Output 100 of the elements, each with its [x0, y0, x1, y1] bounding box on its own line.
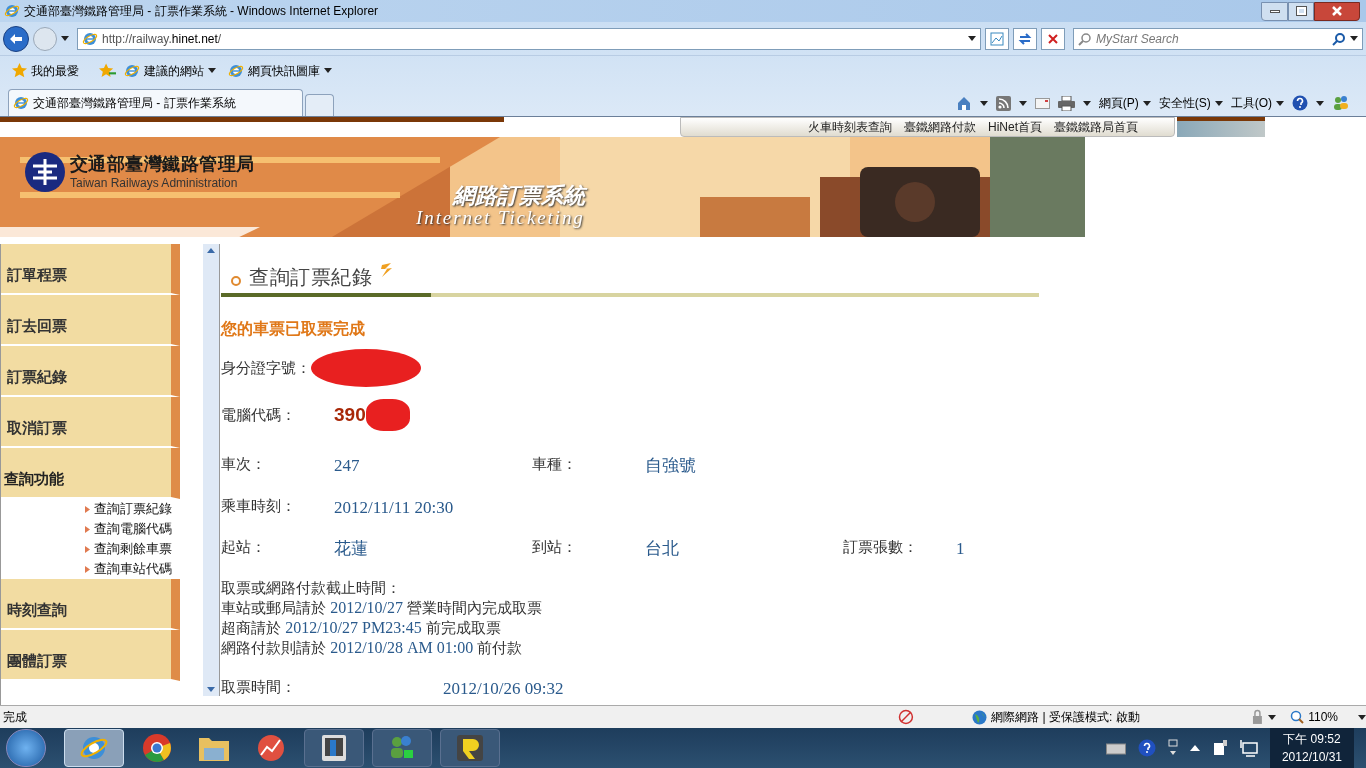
- keyboard-icon[interactable]: [1105, 741, 1126, 756]
- browser-taskbar-icon[interactable]: [64, 729, 124, 768]
- add-favorite-icon[interactable]: [99, 63, 116, 78]
- field-value: 花蓮: [334, 538, 368, 560]
- pen-app-taskbar-icon[interactable]: [440, 729, 500, 768]
- caret-icon: [324, 68, 332, 73]
- feed-icon[interactable]: [995, 95, 1011, 111]
- command-menu[interactable]: 工具(O): [1230, 94, 1284, 112]
- search-input[interactable]: MyStart Search: [1096, 29, 1328, 48]
- site-nav-link[interactable]: 臺鐵鐵路局首頁: [1054, 118, 1138, 136]
- mail-icon[interactable]: [1034, 97, 1050, 109]
- field-value: 台北: [645, 538, 679, 560]
- favorites-link[interactable]: 網頁快訊圖庫: [228, 61, 332, 80]
- sidebar-item[interactable]: 訂票紀錄: [1, 346, 180, 397]
- computer-taskbar-icon[interactable]: [304, 729, 364, 768]
- compatibility-button[interactable]: [985, 27, 1009, 50]
- caret-icon: [208, 68, 216, 73]
- sidebar-item[interactable]: 團體訂票: [1, 630, 180, 681]
- site-nav-link[interactable]: 火車時刻表查詢: [808, 118, 892, 136]
- zoom-button[interactable]: 110%: [1290, 708, 1338, 727]
- sidebar-subitem[interactable]: 查詢訂票紀錄: [85, 499, 180, 519]
- caret-icon: [1214, 100, 1223, 106]
- field-label: 電腦代碼：: [221, 404, 297, 425]
- back-button[interactable]: [3, 25, 29, 52]
- bullet-icon: [85, 525, 90, 533]
- browser-tab[interactable]: 交通部臺灣鐵路管理局 - 訂票作業系統: [8, 89, 303, 116]
- sidebar-item[interactable]: 查詢功能: [1, 448, 180, 499]
- command-menu[interactable]: 安全性(S): [1158, 94, 1223, 112]
- caret-icon: [61, 36, 69, 41]
- field-value: 247: [334, 455, 360, 477]
- computer-code: 390: [334, 402, 366, 427]
- close-button[interactable]: [1314, 1, 1360, 21]
- field-label: 到站：: [532, 537, 578, 557]
- search-icon[interactable]: [1332, 31, 1346, 46]
- field-label: 起站：: [221, 537, 267, 557]
- redaction-mark: [365, 399, 410, 431]
- browser-icon: [124, 62, 140, 79]
- deadline-text: 超商請於 2012/10/27 PM23:45 前完成取票: [221, 617, 502, 638]
- field-label: 乘車時刻：: [221, 495, 297, 516]
- stop-button[interactable]: [1041, 27, 1065, 50]
- field-value: 2012/10/26 09:32: [443, 677, 564, 700]
- clock-date[interactable]: 2012/10/31: [1281, 748, 1342, 767]
- star-icon: [12, 63, 27, 78]
- compatibility-icon: [990, 31, 1004, 46]
- messenger-taskbar-icon[interactable]: [372, 729, 432, 768]
- network-icon[interactable]: [1239, 739, 1258, 758]
- lightning-icon: [380, 262, 394, 278]
- chart-app-icon[interactable]: [256, 733, 286, 764]
- sidebar-subitem[interactable]: 查詢剩餘車票: [85, 539, 180, 559]
- help-icon[interactable]: [1292, 95, 1308, 111]
- start-button[interactable]: [6, 729, 46, 768]
- security-zone: 網際網路 | 受保護模式: 啟動: [991, 709, 1140, 727]
- site-nav-link[interactable]: 臺鐵網路付款: [904, 118, 976, 136]
- status-text: 完成: [2, 709, 28, 727]
- logo-icon: [24, 151, 66, 193]
- chrome-icon[interactable]: [142, 733, 172, 764]
- restore-button[interactable]: [1288, 1, 1314, 21]
- caret-icon: [979, 100, 988, 106]
- bullet-icon: [85, 505, 90, 513]
- bullet-icon: [85, 545, 90, 553]
- field-label: 車種：: [532, 454, 578, 474]
- refresh-button[interactable]: [1013, 27, 1037, 50]
- privacy-icon[interactable]: [898, 709, 915, 726]
- zoom-icon: [1290, 710, 1305, 725]
- caret-icon: [1268, 714, 1277, 720]
- favorites-button[interactable]: 我的最愛: [12, 61, 79, 80]
- caret-icon: [1018, 100, 1027, 106]
- sidebar-item[interactable]: 取消訂票: [1, 397, 180, 448]
- caret-icon: [1082, 100, 1091, 106]
- field-value: 自強號: [645, 455, 696, 477]
- scroll-up-icon[interactable]: [207, 248, 215, 253]
- caret-icon: [1358, 714, 1366, 720]
- refresh-icon: [1018, 31, 1032, 46]
- clock-time[interactable]: 下午 09:52: [1283, 730, 1341, 749]
- people-icon[interactable]: [1332, 95, 1350, 111]
- home-icon[interactable]: [955, 95, 972, 111]
- deadline-text: 車站或郵局請於 2012/10/27 營業時間內完成取票: [221, 597, 544, 618]
- site-nav-link[interactable]: HiNet首頁: [988, 118, 1042, 136]
- help-icon[interactable]: [1137, 739, 1156, 758]
- caret-icon: [968, 36, 976, 41]
- sidebar-item[interactable]: 訂單程票: [1, 244, 180, 295]
- address-field[interactable]: http://railway.hinet.net/: [77, 27, 981, 50]
- scroll-down-icon[interactable]: [207, 687, 215, 692]
- sidebar-item[interactable]: 時刻查詢: [1, 579, 180, 630]
- sidebar-subitem[interactable]: 查詢車站代碼: [85, 559, 180, 579]
- search-field[interactable]: MyStart Search: [1073, 27, 1363, 50]
- tray-expand-icon[interactable]: [1189, 745, 1200, 752]
- org-name: 交通部臺灣鐵路管理局: [70, 153, 255, 176]
- deadline-title: 取票或網路付款截止時間：: [221, 577, 402, 598]
- browser-icon: [82, 30, 98, 47]
- print-icon[interactable]: [1057, 95, 1075, 111]
- command-menu[interactable]: 網頁(P): [1098, 94, 1151, 112]
- caret-icon: [1276, 100, 1284, 106]
- power-icon[interactable]: [1211, 739, 1228, 758]
- minimize-button[interactable]: [1261, 1, 1288, 21]
- browser-icon: [4, 3, 20, 19]
- sidebar-item[interactable]: 訂去回票: [1, 295, 180, 346]
- sidebar-subitem[interactable]: 查詢電腦代碼: [85, 519, 180, 539]
- favorites-link[interactable]: 建議的網站: [124, 61, 216, 80]
- field-label: 身分證字號：: [221, 357, 311, 378]
